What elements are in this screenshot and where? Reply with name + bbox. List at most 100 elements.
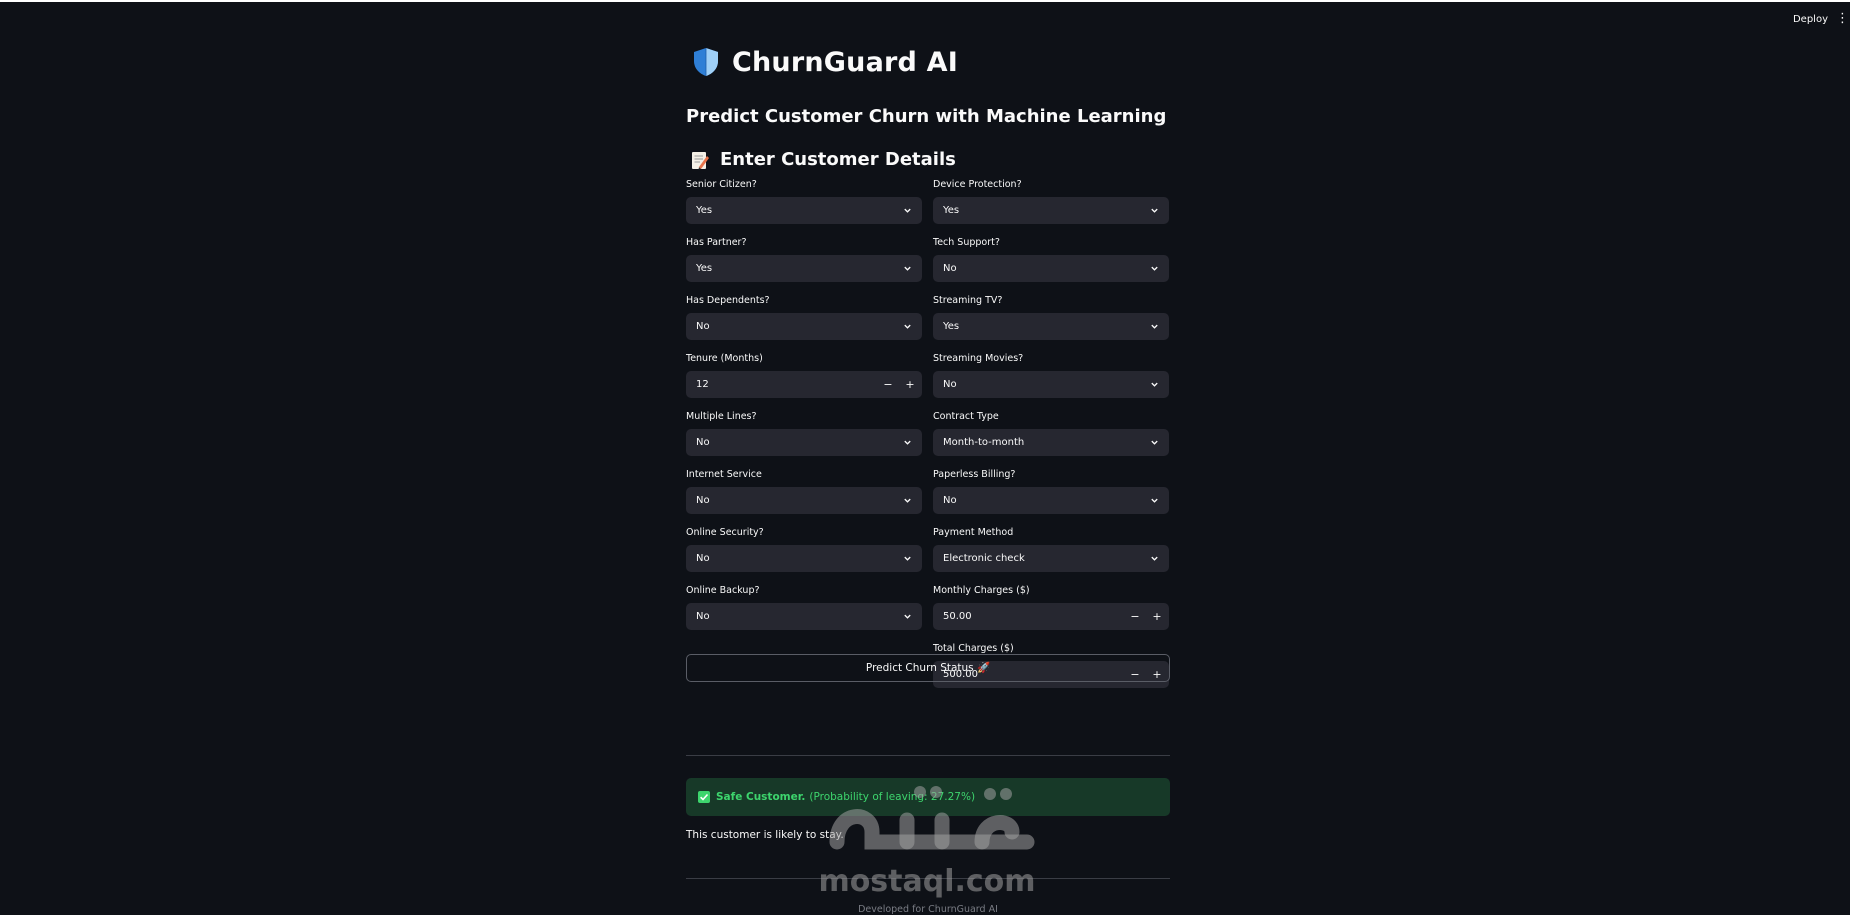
field-paperless-billing: Paperless Billing? No <box>933 468 1169 526</box>
chevron-down-icon <box>1151 440 1158 445</box>
has-dependents-select[interactable]: No <box>686 313 922 340</box>
success-alert: Safe Customer. (Probability of leaving: … <box>686 778 1170 816</box>
field-label: Paperless Billing? <box>933 469 1016 480</box>
monthly-charges-number-input[interactable]: 50.00 − + <box>933 603 1169 630</box>
decrement-button[interactable]: − <box>878 371 898 398</box>
device-protection-select[interactable]: Yes <box>933 197 1169 224</box>
payment-method-select[interactable]: Electronic check <box>933 545 1169 572</box>
select-value: Yes <box>696 263 713 274</box>
field-label: Multiple Lines? <box>686 411 757 422</box>
select-value: No <box>696 437 710 448</box>
field-label: Senior Citizen? <box>686 179 757 190</box>
field-online-security: Online Security? No <box>686 526 922 584</box>
deploy-button[interactable]: Deploy <box>1793 14 1828 25</box>
field-label: Device Protection? <box>933 179 1022 190</box>
field-streaming-tv: Streaming TV? Yes <box>933 294 1169 352</box>
field-online-backup: Online Backup? No <box>686 584 922 642</box>
online-backup-select[interactable]: No <box>686 603 922 630</box>
field-monthly-charges: Monthly Charges ($) 50.00 − + <box>933 584 1169 642</box>
field-label: Payment Method <box>933 527 1014 538</box>
predict-churn-button[interactable]: Predict Churn Status 🚀 <box>686 654 1170 682</box>
streaming-tv-select[interactable]: Yes <box>933 313 1169 340</box>
select-value: No <box>696 321 710 332</box>
select-value: Electronic check <box>943 553 1025 564</box>
section-heading: Enter Customer Details <box>686 149 1170 170</box>
shield-icon <box>694 48 718 76</box>
field-contract-type: Contract Type Month-to-month <box>933 410 1169 468</box>
chevron-down-icon <box>1151 324 1158 329</box>
result-status: Safe Customer. <box>716 791 806 803</box>
contract-type-select[interactable]: Month-to-month <box>933 429 1169 456</box>
online-security-select[interactable]: No <box>686 545 922 572</box>
tenure-months-number-input[interactable]: 12 − + <box>686 371 922 398</box>
chevron-down-icon <box>904 440 911 445</box>
has-partner-select[interactable]: Yes <box>686 255 922 282</box>
select-value: Yes <box>696 205 713 216</box>
result-message: This customer is likely to stay. <box>686 829 844 841</box>
page-subtitle: Predict Customer Churn with Machine Lear… <box>686 106 1167 127</box>
field-label: Contract Type <box>933 411 999 422</box>
footer-text: Developed for ChurnGuard AI <box>858 904 998 915</box>
field-streaming-movies: Streaming Movies? No <box>933 352 1169 410</box>
memo-icon <box>692 151 709 169</box>
field-tech-support: Tech Support? No <box>933 236 1169 294</box>
decrement-button[interactable]: − <box>1125 603 1145 630</box>
form-column-right: Device Protection? Yes Tech Support? No Stre… <box>933 178 1169 700</box>
streaming-movies-select[interactable]: No <box>933 371 1169 398</box>
increment-button[interactable]: + <box>900 371 920 398</box>
chevron-down-icon <box>904 324 911 329</box>
field-label: Online Backup? <box>686 585 760 596</box>
top-accent-line <box>0 0 1850 2</box>
field-has-dependents: Has Dependents? No <box>686 294 922 352</box>
field-multiple-lines: Multiple Lines? No <box>686 410 922 468</box>
select-value: Yes <box>943 205 960 216</box>
select-value: Yes <box>943 321 960 332</box>
field-label: Has Dependents? <box>686 295 770 306</box>
chevron-down-icon <box>1151 382 1158 387</box>
field-label: Internet Service <box>686 469 762 480</box>
chevron-down-icon <box>1151 498 1158 503</box>
divider <box>686 755 1170 756</box>
footer-divider <box>686 878 1170 879</box>
select-value: No <box>696 611 710 622</box>
watermark-text: mostaql.com <box>818 864 1036 899</box>
increment-button[interactable]: + <box>1147 603 1167 630</box>
tech-support-select[interactable]: No <box>933 255 1169 282</box>
field-label: Monthly Charges ($) <box>933 585 1030 596</box>
chevron-down-icon <box>904 498 911 503</box>
field-has-partner: Has Partner? Yes <box>686 236 922 294</box>
section-title: Enter Customer Details <box>720 149 956 170</box>
main-content: ChurnGuard AI Predict Customer Churn wit… <box>686 40 1170 688</box>
select-value: No <box>943 379 957 390</box>
title-row: ChurnGuard AI <box>686 40 1170 84</box>
result-probability: (Probability of leaving: 27.27%) <box>809 791 976 803</box>
field-label: Online Security? <box>686 527 764 538</box>
page-title: ChurnGuard AI <box>732 46 958 78</box>
chevron-down-icon <box>1151 208 1158 213</box>
paperless-billing-select[interactable]: No <box>933 487 1169 514</box>
field-tenure-months: Tenure (Months) 12 − + <box>686 352 922 410</box>
field-label: Tenure (Months) <box>686 353 763 364</box>
field-senior-citizen: Senior Citizen? Yes <box>686 178 922 236</box>
chevron-down-icon <box>904 208 911 213</box>
internet-service-select[interactable]: No <box>686 487 922 514</box>
select-value: Month-to-month <box>943 437 1025 448</box>
chevron-down-icon <box>1151 556 1158 561</box>
input-value: 12 <box>696 379 709 390</box>
chevron-down-icon <box>1151 266 1158 271</box>
senior-citizen-select[interactable]: Yes <box>686 197 922 224</box>
chevron-down-icon <box>904 556 911 561</box>
field-label: Has Partner? <box>686 237 747 248</box>
select-value: No <box>943 495 957 506</box>
vertical-dots-icon[interactable]: ⋮ <box>1836 12 1849 25</box>
field-label: Tech Support? <box>933 237 1000 248</box>
form-column-left: Senior Citizen? Yes Has Partner? Yes Has Dep… <box>686 178 922 642</box>
select-value: No <box>696 495 710 506</box>
field-label: Streaming Movies? <box>933 353 1024 364</box>
select-value: No <box>943 263 957 274</box>
check-box-icon <box>698 791 710 803</box>
multiple-lines-select[interactable]: No <box>686 429 922 456</box>
field-label: Streaming TV? <box>933 295 1003 306</box>
field-payment-method: Payment Method Electronic check <box>933 526 1169 584</box>
field-device-protection: Device Protection? Yes <box>933 178 1169 236</box>
